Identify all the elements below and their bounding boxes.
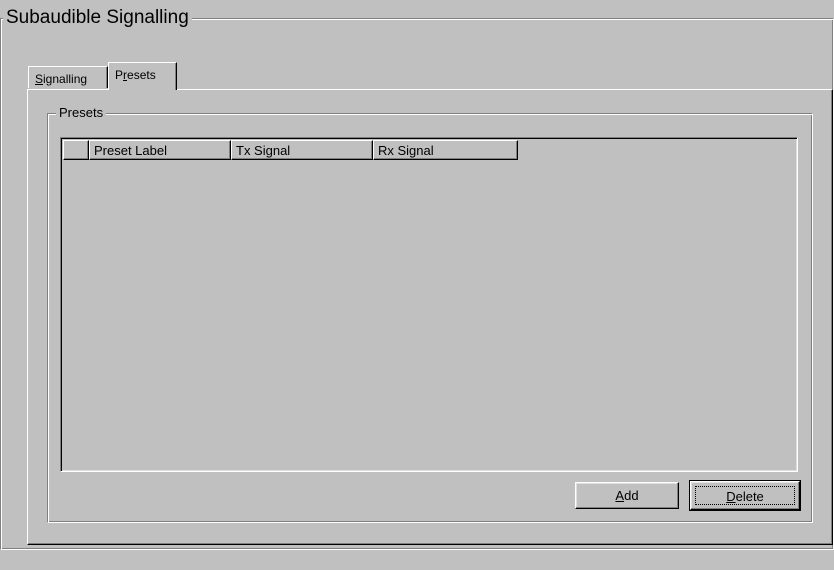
column-header-rx-signal[interactable]: Rx Signal	[373, 140, 518, 160]
list-header: Preset Label Tx Signal Rx Signal	[63, 140, 518, 160]
presets-group-title: Presets	[56, 105, 107, 120]
tab-presets-label: esets	[127, 68, 156, 82]
add-button-label: dd	[624, 488, 639, 503]
delete-button[interactable]: Delete	[689, 480, 801, 511]
delete-button-mnemonic: D	[726, 489, 736, 504]
delete-button-focus-rect: Delete	[695, 486, 795, 505]
tab-signalling[interactable]: Signalling	[28, 66, 108, 88]
subaudible-signalling-title: Subaudible Signalling	[3, 7, 192, 29]
delete-button-label: elete	[735, 489, 764, 504]
add-button-mnemonic: A	[615, 488, 625, 503]
tab-signalling-mnemonic: S	[35, 72, 44, 86]
presets-list-view[interactable]: Preset Label Tx Signal Rx Signal	[60, 137, 798, 472]
tab-presets[interactable]: Presets	[108, 62, 177, 90]
column-header-select[interactable]	[63, 140, 89, 160]
column-header-preset-label[interactable]: Preset Label	[89, 140, 231, 160]
tab-presets-label-start: P	[115, 68, 124, 82]
column-header-tx-signal[interactable]: Tx Signal	[231, 140, 373, 160]
tab-signalling-label: ignalling	[43, 72, 88, 86]
add-button[interactable]: Add	[575, 482, 679, 509]
